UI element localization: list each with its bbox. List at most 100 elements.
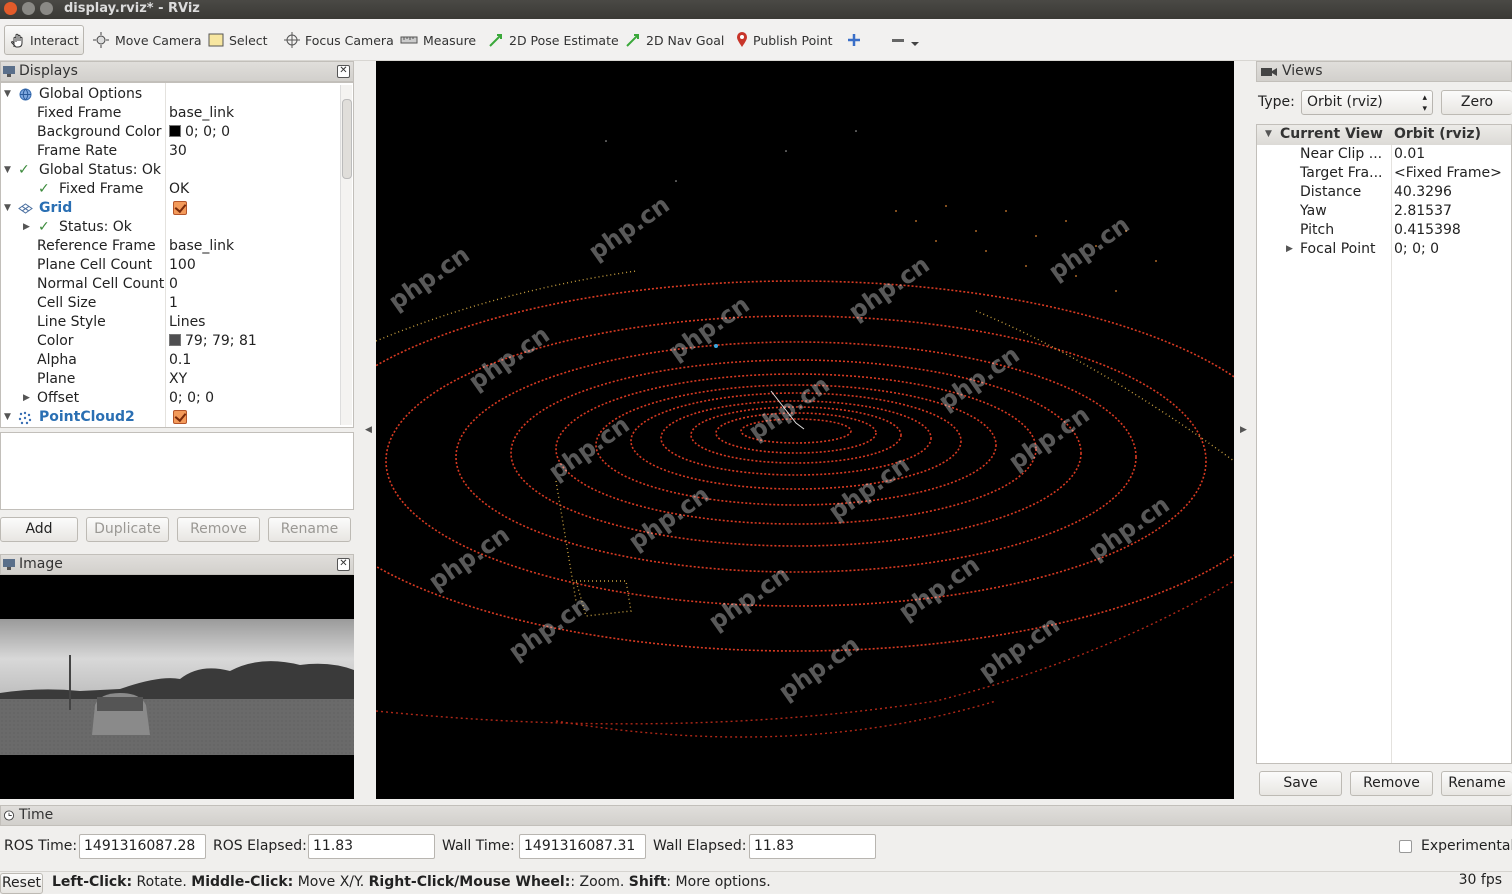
ros-elapsed-field[interactable]: 11.83 — [308, 834, 435, 859]
tree-value[interactable]: XY — [169, 370, 187, 389]
tree-value[interactable]: base_link — [169, 104, 234, 123]
tree-value[interactable]: 0; 0; 0 — [1394, 240, 1439, 259]
tree-value[interactable]: base_link — [169, 237, 234, 256]
tree-value[interactable]: 2.81537 — [1394, 202, 1452, 221]
select-tool-button[interactable]: Select — [204, 25, 272, 55]
nav-goal-tool-button[interactable]: 2D Nav Goal — [621, 25, 728, 55]
expand-arrow-icon[interactable]: ▼ — [4, 199, 14, 218]
tree-row-normal-cell-count[interactable]: Normal Cell Count 0 — [1, 275, 353, 294]
3d-render-viewport[interactable]: php.cn php.cn php.cn php.cn php.cn php.c… — [376, 61, 1234, 799]
remove-display-button[interactable]: Remove — [177, 517, 260, 542]
tree-label: Offset — [37, 390, 80, 406]
interact-tool-button[interactable]: Interact — [4, 25, 84, 55]
tree-row-global-status[interactable]: ▼ ✓ Global Status: Ok — [1, 161, 353, 180]
experimental-checkbox[interactable] — [1399, 840, 1412, 853]
tree-value[interactable]: 30 — [169, 142, 187, 161]
tree-value[interactable]: 0; 0; 0 — [169, 123, 230, 142]
rename-view-button[interactable]: Rename — [1441, 771, 1512, 796]
tree-value[interactable]: 100 — [169, 256, 196, 275]
color-value-text: 79; 79; 81 — [185, 333, 257, 349]
move-camera-tool-button[interactable]: Move Camera — [88, 25, 206, 55]
tree-value[interactable]: 0.01 — [1394, 145, 1425, 164]
expand-arrow-icon[interactable]: ▶ — [23, 218, 33, 237]
reset-button[interactable]: Reset — [0, 873, 43, 894]
image-panel-close-button[interactable]: ✕ — [337, 558, 350, 571]
window-close-button[interactable] — [4, 2, 17, 15]
views-panel-header: Views — [1256, 61, 1512, 82]
view-row-near-clip[interactable]: Near Clip ... 0.01 — [1257, 145, 1511, 164]
view-type-select[interactable]: Orbit (rviz) ▴ ▾ — [1301, 90, 1433, 115]
tree-value[interactable]: 0.415398 — [1394, 221, 1461, 240]
publish-point-tool-button[interactable]: Publish Point — [732, 25, 837, 55]
view-row-target-frame[interactable]: Target Fra... <Fixed Frame> — [1257, 164, 1511, 183]
tree-row-grid[interactable]: ▼ Grid — [1, 199, 353, 218]
pointcloud-render[interactable]: php.cn php.cn php.cn php.cn php.cn php.c… — [376, 61, 1234, 799]
window-minimize-button[interactable] — [22, 2, 35, 15]
tree-row-background-color[interactable]: Background Color 0; 0; 0 — [1, 123, 353, 142]
tree-row-plane-cell-count[interactable]: Plane Cell Count 100 — [1, 256, 353, 275]
expand-arrow-icon[interactable]: ▶ — [23, 389, 33, 408]
tree-label: Distance — [1300, 184, 1362, 200]
rename-display-button[interactable]: Rename — [268, 517, 351, 542]
monitor-icon — [3, 559, 15, 570]
focus-camera-tool-button[interactable]: Focus Camera — [280, 25, 398, 55]
tree-row-color[interactable]: Color 79; 79; 81 — [1, 332, 353, 351]
expand-arrow-icon[interactable]: ▼ — [4, 161, 14, 180]
tree-row-fixed-frame[interactable]: Fixed Frame base_link — [1, 104, 353, 123]
camera-image — [0, 575, 354, 799]
window-title: display.rviz* - RViz — [64, 1, 200, 16]
tree-row-plane[interactable]: Plane XY — [1, 370, 353, 389]
tree-row-global-options[interactable]: ▼ Global Options — [1, 85, 353, 104]
add-display-button[interactable]: Add — [0, 517, 78, 542]
tree-row-grid-status[interactable]: ▶ ✓ Status: Ok — [1, 218, 353, 237]
duplicate-display-button[interactable]: Duplicate — [86, 517, 169, 542]
left-splitter-arrow-icon[interactable]: ◀ — [365, 425, 372, 435]
tree-value[interactable]: Lines — [169, 313, 205, 332]
tree-row-line-style[interactable]: Line Style Lines — [1, 313, 353, 332]
window-maximize-button[interactable] — [40, 2, 53, 15]
expand-arrow-icon[interactable]: ▼ — [1265, 125, 1275, 144]
tree-row-alpha[interactable]: Alpha 0.1 — [1, 351, 353, 370]
remove-view-button[interactable]: Remove — [1350, 771, 1433, 796]
view-type-value: Orbit (rviz) — [1307, 94, 1383, 110]
view-row-yaw[interactable]: Yaw 2.81537 — [1257, 202, 1511, 221]
tree-row-fixed-frame-status[interactable]: ✓ Fixed Frame OK — [1, 180, 353, 199]
ros-time-label: ROS Time: — [4, 838, 78, 854]
tree-value[interactable]: 79; 79; 81 — [169, 332, 257, 351]
tree-row-frame-rate[interactable]: Frame Rate 30 — [1, 142, 353, 161]
tree-value[interactable]: 0.1 — [169, 351, 191, 370]
tree-value[interactable]: 0; 0; 0 — [169, 389, 214, 408]
view-row-distance[interactable]: Distance 40.3296 — [1257, 183, 1511, 202]
publish-point-label: Publish Point — [753, 32, 833, 48]
tree-value[interactable]: 0 — [169, 275, 178, 294]
current-view-header-row[interactable]: ▼ Current View Orbit (rviz) — [1257, 125, 1511, 145]
remove-tool-dropdown[interactable] — [886, 25, 924, 55]
tree-row-pointcloud2[interactable]: ▼ PointCloud2 — [1, 408, 353, 427]
expand-arrow-icon[interactable]: ▼ — [4, 85, 14, 104]
pointcloud2-enabled-checkbox[interactable] — [173, 410, 187, 424]
view-row-focal-point[interactable]: ▶ Focal Point 0; 0; 0 — [1257, 240, 1511, 259]
expand-arrow-icon[interactable]: ▶ — [1286, 240, 1296, 259]
view-row-pitch[interactable]: Pitch 0.415398 — [1257, 221, 1511, 240]
grid-enabled-checkbox[interactable] — [173, 201, 187, 215]
tree-row-offset[interactable]: ▶ Offset 0; 0; 0 — [1, 389, 353, 408]
tree-value[interactable]: <Fixed Frame> — [1394, 164, 1502, 183]
measure-tool-button[interactable]: Measure — [396, 25, 480, 55]
tree-row-cell-size[interactable]: Cell Size 1 — [1, 294, 353, 313]
tree-label: PointCloud2 — [39, 409, 135, 425]
tree-value[interactable]: 1 — [169, 294, 178, 313]
wall-time-field[interactable]: 1491316087.31 — [519, 834, 646, 859]
expand-arrow-icon[interactable]: ▼ — [4, 408, 14, 427]
ros-time-field[interactable]: 1491316087.28 — [79, 834, 206, 859]
right-splitter-arrow-icon[interactable]: ▶ — [1240, 425, 1247, 435]
zero-view-button[interactable]: Zero — [1441, 90, 1512, 115]
displays-close-button[interactable]: ✕ — [337, 65, 350, 78]
tree-row-reference-frame[interactable]: Reference Frame base_link — [1, 237, 353, 256]
tree-label: Normal Cell Count — [37, 276, 165, 292]
tree-value[interactable]: 40.3296 — [1394, 183, 1452, 202]
wall-elapsed-field[interactable]: 11.83 — [749, 834, 876, 859]
pose-estimate-tool-button[interactable]: 2D Pose Estimate — [484, 25, 623, 55]
tree-label: Fixed Frame — [37, 105, 122, 121]
add-tool-button[interactable] — [842, 25, 866, 55]
save-view-button[interactable]: Save — [1259, 771, 1342, 796]
